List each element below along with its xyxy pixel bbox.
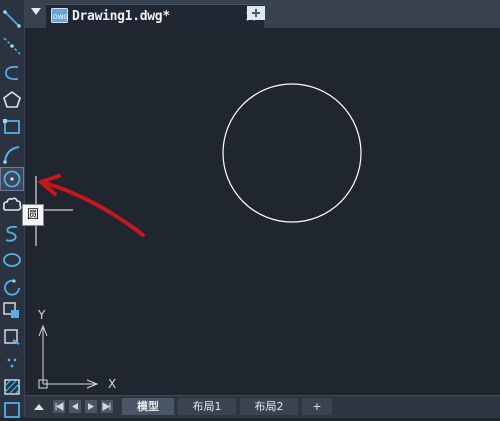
tab-layout1[interactable]: 布局1 [178,398,236,415]
annotation-arrow [37,174,145,237]
new-tab-icon[interactable] [245,4,267,22]
drawn-circle [222,83,362,223]
drawing-canvas[interactable] [25,28,500,394]
circle-icon[interactable] [0,167,24,191]
make-block-icon[interactable] [1,326,23,348]
first-layout-icon[interactable] [53,400,65,413]
ellipse-arc-icon[interactable] [1,276,23,298]
ucs-x-label: X [108,377,117,391]
scroll-up-icon[interactable] [33,400,45,413]
layout-tab-bar: 模型 布局1 布局2 + [25,395,500,418]
polyline-icon[interactable] [1,62,23,84]
point-icon[interactable] [1,352,23,374]
previous-layout-icon[interactable] [69,400,81,413]
revision-cloud-icon[interactable] [1,195,23,217]
document-tab-bar: DWG Drawing1.dwg* [25,0,500,29]
arc-icon[interactable] [1,143,23,165]
last-layout-icon[interactable] [101,400,113,413]
chevron-down-icon[interactable] [31,8,41,15]
tool-tooltip: 圆 [22,204,44,226]
tab-model[interactable]: 模型 [122,398,174,415]
region-icon[interactable] [1,399,23,421]
document-tab[interactable]: DWG Drawing1.dwg* [46,4,264,29]
rectangle-icon[interactable] [1,116,23,138]
hatch-icon[interactable] [1,376,23,398]
polygon-icon[interactable] [1,89,23,111]
ucs-y-label: Y [38,308,46,322]
tab-layout2[interactable]: 布局2 [240,398,298,415]
ellipse-icon[interactable] [1,249,23,271]
line-icon[interactable] [1,8,23,30]
svg-text:DWG: DWG [53,14,68,21]
ucs-icon [38,324,99,389]
construction-line-icon[interactable] [1,35,23,57]
insert-block-icon[interactable] [1,300,23,322]
next-layout-icon[interactable] [85,400,97,413]
add-layout-button[interactable]: + [302,398,332,415]
dwg-file-icon: DWG [51,8,69,23]
spline-icon[interactable] [1,222,23,244]
document-title: Drawing1.dwg* [72,9,170,24]
